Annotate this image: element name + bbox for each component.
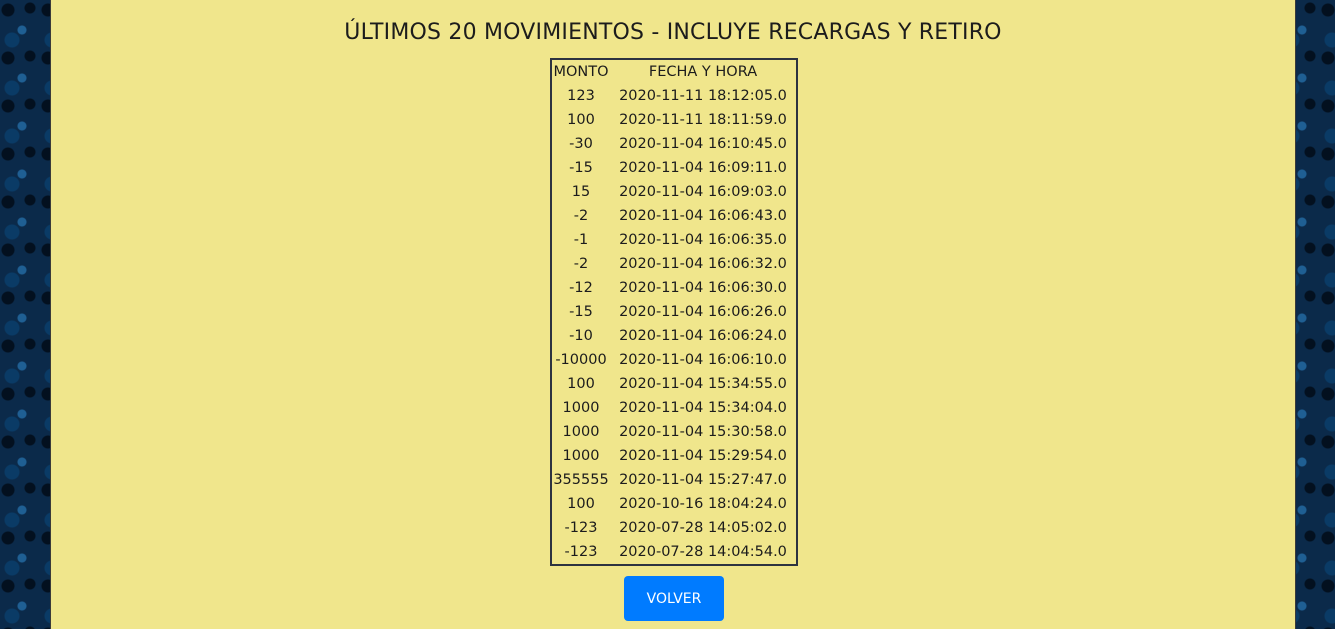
- cell-fecha-hora: 2020-11-04 15:29:54.0: [619, 448, 787, 464]
- cell-monto: -2: [573, 208, 589, 224]
- cell-fecha-hora: 2020-11-11 18:12:05.0: [619, 88, 787, 104]
- cell-fecha-hora: 2020-07-28 14:04:54.0: [619, 544, 787, 560]
- cell-fecha-hora: 2020-11-04 16:10:45.0: [619, 136, 787, 152]
- cell-fecha-hora: 2020-10-16 18:04:24.0: [619, 496, 787, 512]
- movements-table-container: MONTO FECHA Y HORA 123 2020-11-11 18:12:0…: [550, 58, 798, 566]
- cell-fecha-hora: 2020-11-04 16:06:30.0: [619, 280, 787, 296]
- table-row: -30 2020-11-04 16:10:45.0: [552, 132, 796, 156]
- table-row: -2 2020-11-04 16:06:32.0: [552, 252, 796, 276]
- content-panel: ÚLTIMOS 20 MOVIMIENTOS - INCLUYE RECARGA…: [50, 0, 1296, 629]
- table-row: -123 2020-07-28 14:04:54.0: [552, 540, 796, 564]
- cell-fecha-hora: 2020-11-04 16:09:03.0: [619, 184, 787, 200]
- table-row: 100 2020-10-16 18:04:24.0: [552, 492, 796, 516]
- back-button[interactable]: VOLVER: [624, 576, 724, 621]
- table-row: 1000 2020-11-04 15:29:54.0: [552, 444, 796, 468]
- table-row: 1000 2020-11-04 15:30:58.0: [552, 420, 796, 444]
- table-header-row: MONTO FECHA Y HORA: [552, 60, 796, 84]
- movements-table: MONTO FECHA Y HORA 123 2020-11-11 18:12:0…: [552, 60, 796, 564]
- cell-fecha-hora: 2020-11-04 16:06:26.0: [619, 304, 787, 320]
- cell-monto: 123: [567, 88, 595, 104]
- table-row: -10 2020-11-04 16:06:24.0: [552, 324, 796, 348]
- cell-fecha-hora: 2020-11-04 16:06:24.0: [619, 328, 787, 344]
- header-monto: MONTO: [553, 64, 609, 80]
- table-row: -123 2020-07-28 14:05:02.0: [552, 516, 796, 540]
- cell-fecha-hora: 2020-11-04 15:34:55.0: [619, 376, 787, 392]
- cell-monto: 15: [571, 184, 591, 200]
- cell-monto: -30: [569, 136, 593, 152]
- cell-monto: -2: [573, 256, 589, 272]
- cell-monto: -12: [569, 280, 593, 296]
- cell-fecha-hora: 2020-11-04 16:09:11.0: [619, 160, 787, 176]
- cell-monto: 100: [567, 112, 595, 128]
- cell-monto: -15: [569, 160, 593, 176]
- cell-monto: -123: [564, 520, 598, 536]
- table-row: 123 2020-11-11 18:12:05.0: [552, 84, 796, 108]
- cell-monto: -10000: [555, 352, 607, 368]
- table-row: 100 2020-11-04 15:34:55.0: [552, 372, 796, 396]
- table-body: 123 2020-11-11 18:12:05.0 100 2020-11-11 18…: [552, 84, 796, 564]
- cell-fecha-hora: 2020-11-04 15:34:04.0: [619, 400, 787, 416]
- table-row: -15 2020-11-04 16:06:26.0: [552, 300, 796, 324]
- cell-monto: 1000: [562, 448, 600, 464]
- table-row: 355555 2020-11-04 15:27:47.0: [552, 468, 796, 492]
- cell-fecha-hora: 2020-11-04 16:06:43.0: [619, 208, 787, 224]
- cell-monto: 1000: [562, 424, 600, 440]
- cell-fecha-hora: 2020-11-11 18:11:59.0: [619, 112, 787, 128]
- cell-fecha-hora: 2020-07-28 14:05:02.0: [619, 520, 787, 536]
- table-row: 15 2020-11-04 16:09:03.0: [552, 180, 796, 204]
- cell-monto: 355555: [553, 472, 609, 488]
- cell-fecha-hora: 2020-11-04 15:30:58.0: [619, 424, 787, 440]
- header-fecha-hora: FECHA Y HORA: [648, 64, 758, 80]
- cell-monto: 1000: [562, 400, 600, 416]
- table-row: 100 2020-11-11 18:11:59.0: [552, 108, 796, 132]
- page-title: ÚLTIMOS 20 MOVIMIENTOS - INCLUYE RECARGA…: [344, 20, 1002, 45]
- table-row: -2 2020-11-04 16:06:43.0: [552, 204, 796, 228]
- cell-monto: -15: [569, 304, 593, 320]
- table-row: -15 2020-11-04 16:09:11.0: [552, 156, 796, 180]
- cell-monto: -1: [573, 232, 589, 248]
- cell-fecha-hora: 2020-11-04 15:27:47.0: [619, 472, 787, 488]
- table-row: 1000 2020-11-04 15:34:04.0: [552, 396, 796, 420]
- table-row: -12 2020-11-04 16:06:30.0: [552, 276, 796, 300]
- cell-monto: 100: [567, 376, 595, 392]
- cell-monto: 100: [567, 496, 595, 512]
- table-row: -10000 2020-11-04 16:06:10.0: [552, 348, 796, 372]
- table-row: -1 2020-11-04 16:06:35.0: [552, 228, 796, 252]
- cell-fecha-hora: 2020-11-04 16:06:35.0: [619, 232, 787, 248]
- cell-monto: -10: [569, 328, 593, 344]
- cell-fecha-hora: 2020-11-04 16:06:32.0: [619, 256, 787, 272]
- cell-fecha-hora: 2020-11-04 16:06:10.0: [619, 352, 787, 368]
- cell-monto: -123: [564, 544, 598, 560]
